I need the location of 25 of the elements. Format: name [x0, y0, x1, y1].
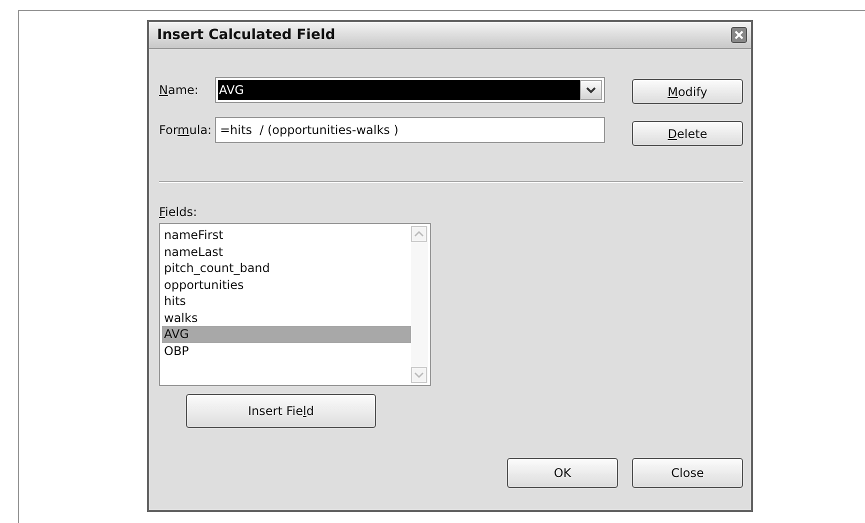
scroll-down-icon[interactable]: [411, 367, 427, 383]
dialog-button[interactable]: Modify: [632, 79, 743, 104]
formula-field[interactable]: =hits / (opportunities-walks ): [215, 117, 605, 143]
field-item[interactable]: hits: [162, 293, 411, 310]
field-item[interactable]: pitch_count_band: [162, 260, 411, 276]
chevron-down-icon: [586, 86, 596, 94]
dropdown-button[interactable]: [580, 80, 602, 100]
window-title: Insert Calculated Field: [157, 27, 336, 43]
field-item[interactable]: AVG: [162, 326, 411, 342]
scroll-up-icon[interactable]: [411, 226, 427, 242]
field-item[interactable]: opportunities: [162, 276, 411, 293]
scrollbar[interactable]: [411, 226, 428, 383]
dialog-button[interactable]: Close: [632, 458, 743, 488]
formula-label: Formula:: [159, 123, 213, 137]
field-item[interactable]: nameLast: [162, 244, 411, 260]
dialog-button[interactable]: Delete: [632, 121, 743, 146]
dialog-button[interactable]: OK: [507, 458, 618, 488]
field-item[interactable]: nameFirst: [162, 227, 411, 244]
name-label: Name:: [159, 83, 200, 97]
field-item[interactable]: OBP: [162, 342, 411, 359]
insert-field-button[interactable]: Insert Field: [186, 394, 376, 428]
field-item[interactable]: walks: [162, 310, 411, 326]
close-icon[interactable]: [731, 27, 747, 43]
fields-label: Fields:: [159, 205, 198, 219]
name-combo-box[interactable]: AVG: [215, 77, 605, 103]
